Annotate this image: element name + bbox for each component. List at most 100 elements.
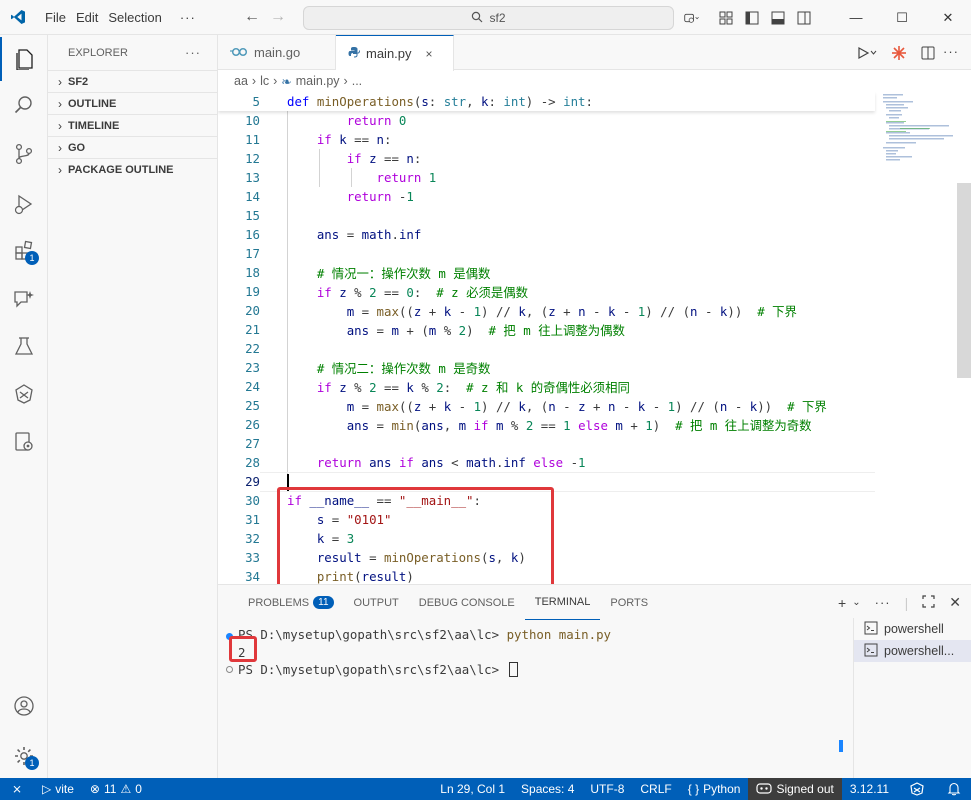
explorer-icon[interactable]: [0, 37, 48, 81]
tab-main-go[interactable]: main.go: [218, 35, 336, 70]
copilot-status-icon[interactable]: [897, 778, 937, 800]
copilot-icon: [756, 782, 773, 797]
manage-gear-icon[interactable]: 1: [0, 734, 48, 778]
back-arrow-icon[interactable]: ←: [244, 8, 260, 26]
encoding[interactable]: UTF-8: [582, 778, 632, 800]
section-outline[interactable]: › OUTLINE: [48, 92, 217, 114]
sticky-scroll-header[interactable]: 5 def minOperations(s: str, k: int) -> i…: [218, 92, 875, 111]
chat-sparkle-icon[interactable]: [0, 277, 48, 321]
minimize-icon[interactable]: —: [833, 0, 879, 35]
breadcrumb-item[interactable]: aa: [234, 74, 248, 88]
toggle-panel-icon[interactable]: [770, 10, 786, 26]
code-text: if k == n:: [316, 132, 392, 147]
tab-output[interactable]: OUTPUT: [344, 585, 409, 620]
search-icon[interactable]: [0, 83, 48, 127]
run-python-icon[interactable]: [857, 46, 877, 63]
cursor-position[interactable]: Ln 29, Col 1: [432, 778, 513, 800]
language-mode[interactable]: { } Python: [680, 778, 749, 800]
split-editor-icon[interactable]: [921, 46, 935, 63]
chevron-right-icon: ›: [273, 74, 278, 88]
tab-label: main.go: [254, 45, 301, 60]
end-of-line[interactable]: CRLF: [632, 778, 679, 800]
status-right: Ln 29, Col 1 Spaces: 4 UTF-8 CRLF { } Py…: [432, 778, 971, 800]
tab-terminal[interactable]: TERMINAL: [524, 585, 601, 620]
tab-ports[interactable]: PORTS: [600, 585, 658, 620]
menu-selection[interactable]: Selection: [103, 0, 166, 35]
tab-problems[interactable]: PROBLEMS 11: [238, 585, 344, 620]
line-number: 31: [245, 512, 260, 527]
color-burst-icon[interactable]: [891, 45, 907, 64]
maximize-icon[interactable]: ☐: [879, 0, 925, 35]
braces-icon: { }: [687, 782, 700, 796]
window-controls: — ☐ ✕: [833, 0, 971, 35]
line-number: 30: [245, 493, 260, 508]
line-number: 5: [252, 94, 260, 109]
tab-label: DEBUG CONSOLE: [418, 596, 515, 609]
code-line: 11 if k == n:: [218, 130, 898, 149]
editor-scrollbar-thumb[interactable]: [957, 183, 971, 378]
navigation-arrows: ← →: [244, 8, 286, 26]
search-text: sf2: [489, 11, 506, 25]
extensions-icon[interactable]: 1: [0, 229, 48, 273]
language-label: Python: [703, 782, 741, 796]
copilot-icon[interactable]: [684, 10, 700, 26]
section-label: GO: [68, 141, 86, 154]
forward-arrow-icon[interactable]: →: [270, 8, 286, 26]
vite-status[interactable]: ▷ vite: [34, 778, 82, 800]
testing-flask-icon[interactable]: [0, 324, 48, 368]
breadcrumb-item[interactable]: lc: [260, 74, 269, 88]
menu-bar: File Edit Selection ···: [40, 0, 201, 35]
line-number: 16: [245, 227, 260, 242]
close-icon[interactable]: ✕: [925, 0, 971, 35]
accounts-icon[interactable]: [0, 684, 48, 728]
chevron-right-icon: ›: [58, 140, 62, 155]
notifications-bell-icon[interactable]: [937, 778, 971, 800]
more-actions-icon[interactable]: ···: [875, 595, 891, 610]
section-sf2[interactable]: › SF2: [48, 70, 217, 92]
terminal-instance[interactable]: powershell...: [854, 640, 971, 662]
explorer-sidebar: EXPLORER ··· › SF2 › OUTLINE › TIMELINE › GO…: [48, 35, 218, 778]
account-status[interactable]: Signed out: [748, 778, 842, 800]
title-right-actions: [684, 0, 812, 35]
editor-more-button[interactable]: ···: [943, 44, 959, 59]
new-terminal-icon[interactable]: +: [838, 595, 846, 611]
breadcrumb-item[interactable]: ...: [352, 74, 362, 88]
section-timeline[interactable]: › TIMELINE: [48, 114, 217, 136]
tab-main-py[interactable]: main.py ×: [336, 35, 454, 71]
menu-file[interactable]: File: [40, 0, 71, 35]
indentation[interactable]: Spaces: 4: [513, 778, 582, 800]
extensions-badge: 1: [25, 251, 39, 265]
chevron-down-icon[interactable]: ⌄: [852, 597, 860, 608]
line-number: 18: [245, 265, 260, 280]
tab-debug-console[interactable]: DEBUG CONSOLE: [409, 585, 525, 620]
source-control-icon[interactable]: [0, 132, 48, 176]
tab-close-icon[interactable]: ×: [426, 47, 433, 61]
github-copilot-icon[interactable]: [0, 372, 48, 416]
toggle-primary-sidebar-icon[interactable]: [744, 10, 760, 26]
remote-indicator-icon[interactable]: ⨯: [0, 778, 34, 800]
play-icon: ▷: [42, 782, 52, 796]
remote-explorer-icon[interactable]: [0, 420, 48, 464]
code-text: return 0: [346, 113, 407, 128]
section-package-outline[interactable]: › PACKAGE OUTLINE: [48, 158, 217, 180]
breadcrumb-item[interactable]: main.py: [296, 74, 340, 88]
terminal-instance[interactable]: powershell: [854, 618, 971, 640]
problems-status[interactable]: ⊗ 11 ⚠ 0: [82, 778, 150, 800]
terminal-scrollbar[interactable]: [839, 620, 843, 779]
line-number: 28: [245, 455, 260, 470]
terminal-output[interactable]: PS D:\mysetup\gopath\src\sf2\aa\lc> pyth…: [218, 620, 843, 779]
layout-customize-icon[interactable]: [718, 10, 734, 26]
explorer-more-button[interactable]: ···: [185, 45, 201, 60]
maximize-panel-icon[interactable]: [922, 594, 935, 611]
python-version[interactable]: 3.12.11: [842, 778, 897, 800]
command-center-search[interactable]: sf2: [303, 6, 674, 30]
chevron-right-icon: ›: [251, 74, 257, 88]
line-number: 29: [245, 474, 260, 489]
toggle-secondary-sidebar-icon[interactable]: [796, 10, 812, 26]
menu-edit[interactable]: Edit: [71, 0, 103, 35]
run-debug-icon[interactable]: [0, 182, 48, 226]
menu-more-button[interactable]: ···: [175, 0, 201, 35]
close-panel-icon[interactable]: ✕: [949, 594, 961, 611]
command-pending-dot-icon[interactable]: [226, 666, 233, 673]
section-go[interactable]: › GO: [48, 136, 217, 158]
